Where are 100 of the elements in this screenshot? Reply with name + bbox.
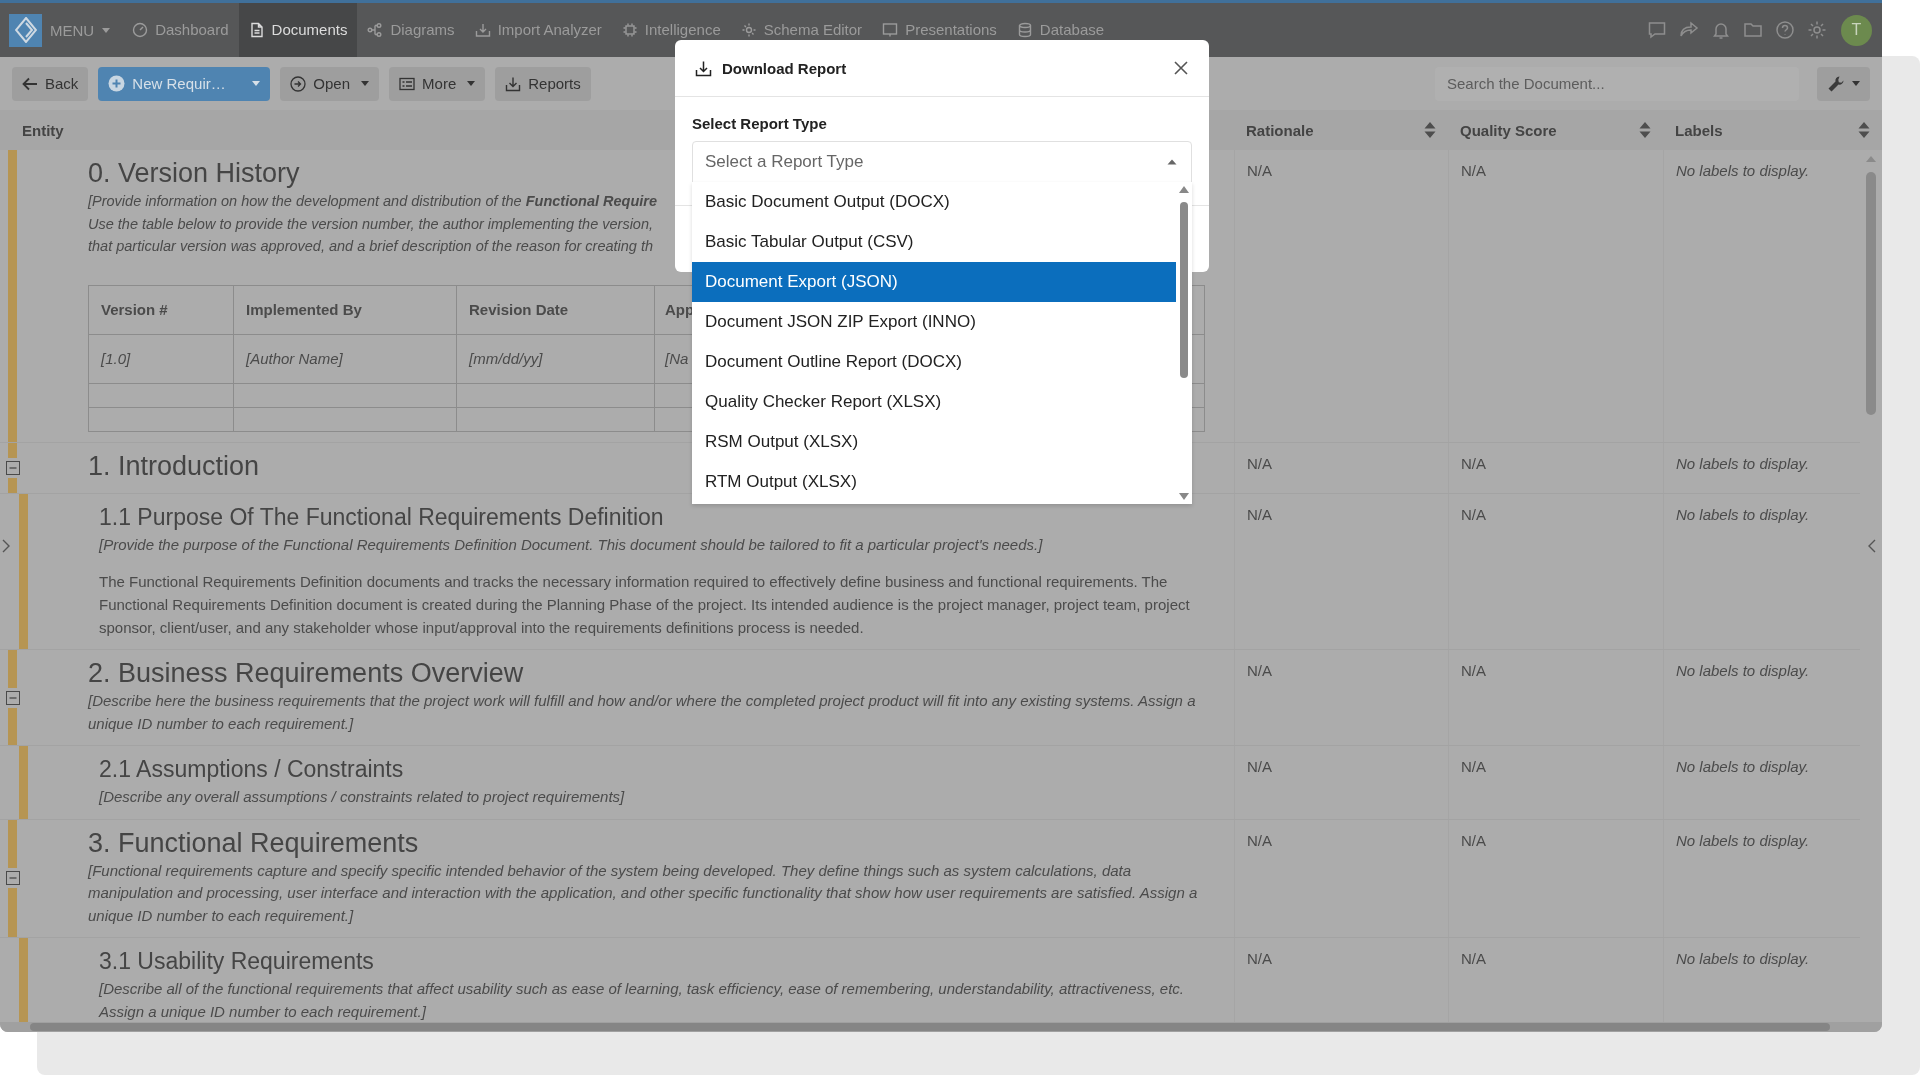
caret-icon [1852,81,1860,86]
table-cell: [1.0] [88,334,234,383]
section-heading: 1.1 Purpose Of The Functional Requirements Definition [99,502,664,532]
gauge-icon [132,22,149,38]
monitor-icon [882,22,899,38]
labels-cell: No labels to display. [1663,442,1860,493]
nav-tab[interactable]: Schema Editor [730,3,873,57]
collapse-icon[interactable] [5,460,20,475]
column-header[interactable]: Quality Score [1460,121,1557,139]
chip-icon [621,22,638,38]
wrench-icon [1827,74,1845,93]
arrow-left-icon [22,76,38,91]
download-icon [505,75,522,92]
labels-cell: No labels to display. [1663,150,1860,442]
plus-circle-icon [108,75,126,92]
chevron-left-icon[interactable] [1868,539,1876,553]
section-description: [Provide the purpose of the Functional Requirements Definition Document. This document should be tailored to fit a particular project's needs.] [99,534,1044,555]
table-cell: [mm/dd/yy] [456,334,655,383]
section-heading: 3.1 Usability Requirements [99,947,374,976]
arrow-circle-icon [290,75,307,92]
chat-icon[interactable] [1647,20,1667,40]
rationale-cell: N/A [1234,442,1448,493]
table-cell: [Author Name] [233,334,457,383]
nav-tab[interactable]: Database [1006,3,1115,57]
horizontal-scrollbar[interactable] [0,1022,1882,1032]
document-icon [248,22,265,38]
nav-tab[interactable]: Presentations [872,3,1007,57]
section-heading: 0. Version History [88,157,300,190]
nav-tab[interactable]: Dashboard [122,3,239,57]
rationale-cell: N/A [1234,493,1448,649]
section-heading: 3. Functional Requirements [88,826,419,860]
section-text: The Functional Requirements Definition documents and tracks the necessary information required to effectively define business and functional requirements. The Functional Requirements Definition document is created during the Planning Phase of the project. Its intended audience is the project manager, project team, project sponsor, client/user, and any stakeholder whose input/approval into the requirements definitions process is needed. [99,572,1191,638]
dropdown-option[interactable]: Basic Tabular Output (CSV) [692,222,1176,262]
database-icon [1016,22,1033,38]
dialog-title: Download Report [722,59,847,77]
section-description: that particular version was approved, and a brief description of the reason for creating th [88,237,653,256]
collapse-icon[interactable] [5,871,20,886]
quality-score-cell: N/A [1448,650,1663,745]
caret-icon [1167,159,1177,165]
nav-tab[interactable]: Diagrams [357,3,465,57]
section-description: [Functional requirements capture and specify specific intended behavior of the system being developed. They define things such as system calculations, data manipulation and processing, user interface and interaction with the application, and other specific functionality that show how user requirements are satisfied. Assign a unique ID number to each requirement.] [88,860,1199,926]
dropdown-option[interactable]: RTM Output (XLSX) [692,462,1176,502]
dropdown-option[interactable]: Document Outline Report (DOCX) [692,342,1176,382]
rationale-cell: N/A [1234,819,1448,937]
chevron-right-icon[interactable] [2,539,10,553]
open-button[interactable]: Open [280,66,380,101]
folder-icon[interactable] [1743,20,1763,40]
field-label: Select Report Type [692,115,828,132]
dropdown-option[interactable]: Document Export (JSON) [692,262,1176,302]
quality-score-cell: N/A [1448,442,1663,493]
column-header[interactable]: Rationale [1246,121,1314,139]
cog-icon [740,22,757,38]
close-icon[interactable] [1173,60,1189,76]
section-description: [Describe here the business requirements that the project work will fulfill and how and/or where the completed project product will fit into any existing systems. Assign a unique ID number to each requirement.] [88,691,1197,734]
quality-score-cell: N/A [1448,819,1663,937]
rationale-cell: N/A [1234,746,1448,819]
reports-button[interactable]: Reports [495,66,591,101]
section-description: [Describe all of the functional requirements that affect usability such as ease of learning, task efficiency, ease of remembering, understandability, attractiveness, etc. Assign a unique ID number to each requirement.] [99,979,1185,1022]
collapse-icon[interactable] [5,690,20,705]
nav-tab[interactable]: Documents [238,3,358,57]
list-icon [399,76,416,91]
section-heading: 2.1 Assumptions / Constraints [99,755,404,784]
dropdown-option[interactable]: RSM Output (XLSX) [692,422,1176,462]
sort-icon[interactable] [1424,121,1436,139]
bell-icon[interactable] [1711,20,1731,40]
section-heading: 1. Introduction [88,449,260,483]
help-icon[interactable] [1775,20,1795,40]
back-button[interactable]: Back [12,66,89,101]
table-header-cell: Implemented By [233,285,457,334]
settings-icon[interactable] [1807,20,1827,40]
nav-tab[interactable]: Import Analyzer [464,3,612,57]
new-requirement-button[interactable]: New Requir… [98,66,271,101]
table-header-cell: Version # [88,285,234,334]
labels-cell: No labels to display. [1663,819,1860,937]
caret-icon[interactable] [252,81,261,86]
column-header[interactable]: Labels [1675,121,1723,139]
download-icon [695,59,712,77]
tools-button[interactable] [1817,66,1870,101]
labels-cell: No labels to display. [1663,746,1860,819]
section-description: Use the table below to provide the version number, the author implementing the version, [88,214,654,234]
search-field[interactable]: Search the Document... [1435,66,1799,101]
dropdown-option[interactable]: Basic Document Output (DOCX) [692,182,1176,222]
rationale-cell: N/A [1234,650,1448,745]
sort-icon[interactable] [1639,121,1651,139]
user-avatar[interactable]: T [1841,14,1872,46]
nav-tab[interactable]: Intelligence [611,3,731,57]
labels-cell: No labels to display. [1663,650,1860,745]
sort-icon[interactable] [1858,121,1870,139]
section-heading: 2. Business Requirements Overview [88,657,524,690]
menu-button[interactable]: MENU [50,21,123,39]
quality-score-cell: N/A [1448,493,1663,649]
column-header: Entity [22,121,64,139]
caret-icon [361,81,370,86]
section-description: [Provide information on how the development and distribution of the Functional Require [88,192,657,211]
logo-icon[interactable] [9,13,42,47]
dropdown-option[interactable]: Quality Checker Report (XLSX) [692,382,1176,422]
caret-icon [467,81,476,86]
more-button[interactable]: More [389,66,486,101]
tray-download-icon [474,22,491,38]
section-description: [Describe any overall assumptions / constraints related to project requirements] [99,787,626,807]
